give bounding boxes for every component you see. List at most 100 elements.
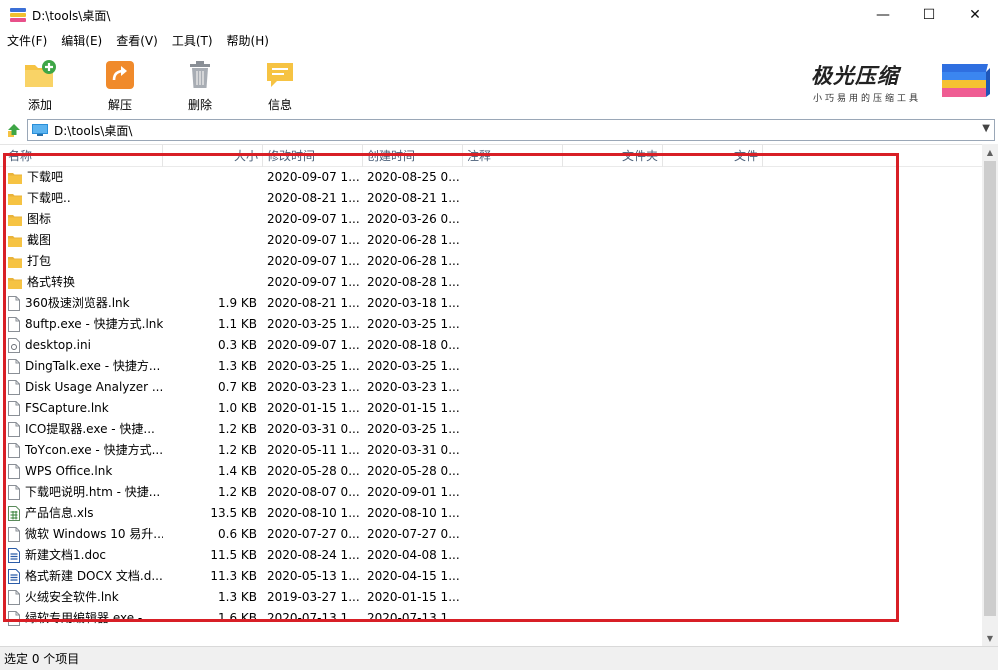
file-name: FSCapture.lnk <box>25 401 109 415</box>
scroll-down-icon[interactable]: ▼ <box>982 630 998 646</box>
column-size[interactable]: 大小 <box>163 145 263 167</box>
file-files <box>663 293 763 314</box>
file-row[interactable]: 打包 2020-09-07 1... 2020-06-28 1... <box>0 251 982 272</box>
file-row[interactable]: WPS Office.lnk 1.4 KB 2020-05-28 0... 2020-… <box>0 461 982 482</box>
column-created[interactable]: 创建时间 <box>363 145 463 167</box>
file-row[interactable]: 火绒安全软件.lnk 1.3 KB 2019-03-27 1... 2020-01-1… <box>0 587 982 608</box>
file-name-cell: FSCapture.lnk <box>0 398 163 419</box>
file-comment <box>463 356 563 377</box>
menu-file[interactable]: 文件(F) <box>0 30 54 52</box>
address-field[interactable]: D:\tools\桌面\ ▼ <box>27 119 995 141</box>
column-name[interactable]: 名称 <box>0 145 163 167</box>
file-created: 2020-01-15 1... <box>367 401 460 415</box>
file-size <box>163 209 263 230</box>
file-row[interactable]: 格式新建 DOCX 文档.d... 11.3 KB 2020-05-13 1... 2… <box>0 566 982 587</box>
extract-button[interactable]: 解压 <box>80 52 160 116</box>
address-bar: D:\tools\桌面\ ▼ <box>0 116 998 144</box>
file-comment <box>463 608 563 629</box>
file-folders <box>563 356 663 377</box>
file-name-cell: ToYcon.exe - 快捷方式... <box>0 440 163 461</box>
column-comment[interactable]: 注释 <box>463 145 563 167</box>
file-comment <box>463 419 563 440</box>
file-comment <box>463 251 563 272</box>
menu-view[interactable]: 查看(V) <box>109 30 165 52</box>
file-modified: 2020-09-07 1... <box>267 338 360 352</box>
maximize-button[interactable]: ☐ <box>906 0 952 30</box>
file-comment <box>463 566 563 587</box>
file-row[interactable]: 8uftp.exe - 快捷方式.lnk 1.1 KB 2020-03-25 1..… <box>0 314 982 335</box>
file-row[interactable]: 绿软专用编辑器.exe - ... 1.6 KB 2020-07-13 1... 20… <box>0 608 982 629</box>
up-folder-button[interactable] <box>3 119 25 141</box>
file-row[interactable]: 下载吧说明.htm - 快捷... 1.2 KB 2020-08-07 0... 20… <box>0 482 982 503</box>
scrollbar-thumb[interactable] <box>984 161 996 616</box>
add-button[interactable]: 添加 <box>0 52 80 116</box>
file-row[interactable]: FSCapture.lnk 1.0 KB 2020-01-15 1... 2020-0… <box>0 398 982 419</box>
scroll-up-icon[interactable]: ▲ <box>982 144 998 160</box>
chevron-down-icon[interactable]: ▼ <box>982 123 990 134</box>
add-label: 添加 <box>27 98 52 112</box>
file-row[interactable]: desktop.ini 0.3 KB 2020-09-07 1... 2020-08-… <box>0 335 982 356</box>
file-name: 产品信息.xls <box>25 506 94 520</box>
file-folders <box>563 335 663 356</box>
file-row[interactable]: ICO提取器.exe - 快捷... 1.2 KB 2020-03-31 0... 2… <box>0 419 982 440</box>
file-row[interactable]: 下载吧.. 2020-08-21 1... 2020-08-21 1... <box>0 188 982 209</box>
file-size: 1.2 KB <box>218 422 257 436</box>
menu-tools[interactable]: 工具(T) <box>165 30 220 52</box>
file-folders <box>563 503 663 524</box>
file-modified: 2020-03-31 0... <box>267 422 360 436</box>
file-row[interactable]: 图标 2020-09-07 1... 2020-03-26 0... <box>0 209 982 230</box>
extract-label: 解压 <box>107 98 132 112</box>
file-modified: 2019-03-27 1... <box>267 590 360 604</box>
folder-icon <box>8 235 22 247</box>
close-button[interactable]: ✕ <box>952 0 998 30</box>
file-row[interactable]: 截图 2020-09-07 1... 2020-06-28 1... <box>0 230 982 251</box>
column-files[interactable]: 文件 <box>663 145 763 167</box>
file-created: 2020-08-28 1... <box>367 275 460 289</box>
column-modified[interactable]: 修改时间 <box>263 145 363 167</box>
file-modified: 2020-05-28 0... <box>267 464 360 478</box>
file-modified: 2020-09-07 1... <box>267 212 360 226</box>
menu-edit[interactable]: 编辑(E) <box>54 30 109 52</box>
file-created: 2020-08-21 1... <box>367 191 460 205</box>
file-size: 11.5 KB <box>210 548 257 562</box>
file-row[interactable]: 下载吧 2020-09-07 1... 2020-08-25 0... <box>0 167 982 188</box>
file-folders <box>563 398 663 419</box>
info-button[interactable]: 信息 <box>240 52 320 116</box>
file-row[interactable]: DingTalk.exe - 快捷方... 1.3 KB 2020-03-25 1.… <box>0 356 982 377</box>
file-comment <box>463 209 563 230</box>
file-comment <box>463 230 563 251</box>
file-row[interactable]: 微软 Windows 10 易升... 0.6 KB 2020-07-27 0...… <box>0 524 982 545</box>
file-name: 8uftp.exe - 快捷方式.lnk <box>25 317 163 331</box>
file-row[interactable]: 新建文档1.doc 11.5 KB 2020-08-24 1... 2020-04-0… <box>0 545 982 566</box>
minimize-button[interactable]: — <box>860 0 906 30</box>
file-row[interactable]: 360极速浏览器.lnk 1.9 KB 2020-08-21 1... 2020-03… <box>0 293 982 314</box>
file-row[interactable]: ToYcon.exe - 快捷方式... 1.2 KB 2020-05-11 1..… <box>0 440 982 461</box>
file-comment <box>463 503 563 524</box>
file-files <box>663 587 763 608</box>
file-size: 1.0 KB <box>218 401 257 415</box>
brand-stack-icon <box>942 64 990 97</box>
file-name-cell: 8uftp.exe - 快捷方式.lnk <box>0 314 163 335</box>
folder-icon <box>8 172 22 184</box>
vertical-scrollbar[interactable]: ▲ ▼ <box>982 144 998 646</box>
delete-button[interactable]: 删除 <box>160 52 240 116</box>
file-folders <box>563 314 663 335</box>
column-folders[interactable]: 文件夹 <box>563 145 663 167</box>
file-name: 下载吧说明.htm - 快捷... <box>25 485 161 499</box>
info-icon <box>263 58 297 92</box>
file-name-cell: 产品信息.xls <box>0 503 163 524</box>
file-modified: 2020-09-07 1... <box>267 275 360 289</box>
brand-subtitle: 小巧易用的压缩工具 <box>813 94 922 104</box>
file-created: 2020-09-01 1... <box>367 485 460 499</box>
file-row[interactable]: Disk Usage Analyzer ... 0.7 KB 2020-03-23 … <box>0 377 982 398</box>
file-comment <box>463 545 563 566</box>
file-comment <box>463 398 563 419</box>
menu-help[interactable]: 帮助(H) <box>220 30 276 52</box>
file-files <box>663 545 763 566</box>
file-name: WPS Office.lnk <box>25 464 113 478</box>
file-folders <box>563 230 663 251</box>
file-files <box>663 314 763 335</box>
file-row[interactable]: 产品信息.xls 13.5 KB 2020-08-10 1... 2020-08-10… <box>0 503 982 524</box>
file-created: 2020-04-08 1... <box>367 548 460 562</box>
file-row[interactable]: 格式转换 2020-09-07 1... 2020-08-28 1... <box>0 272 982 293</box>
